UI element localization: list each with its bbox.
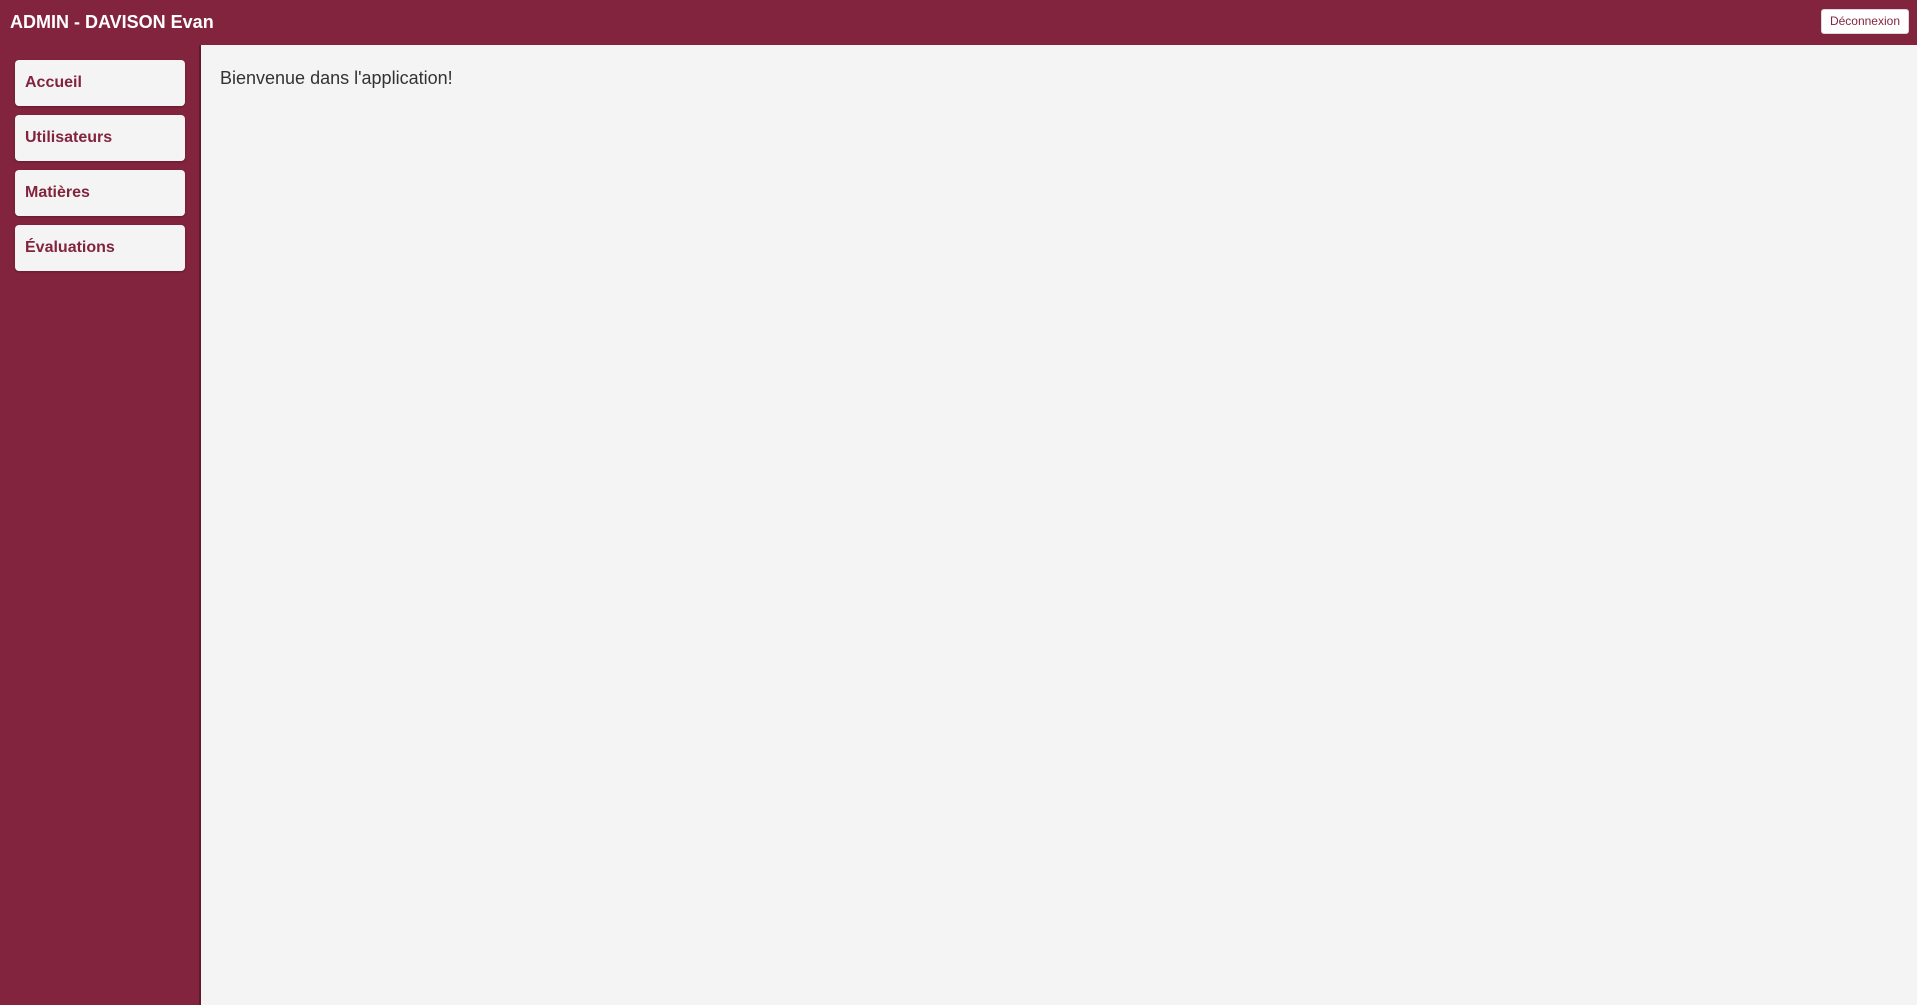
sidebar-item-evaluations[interactable]: Évaluations <box>15 225 185 271</box>
sidebar: Accueil Utilisateurs Matières Évaluation… <box>0 45 199 1005</box>
app-window: ADMIN - DAVISON Evan Déconnexion Accueil… <box>0 0 1917 1005</box>
logout-button[interactable]: Déconnexion <box>1820 9 1909 34</box>
sidebar-item-matieres[interactable]: Matières <box>15 170 185 216</box>
main-content: Bienvenue dans l'application! <box>199 45 1917 1005</box>
user-role-title: ADMIN - DAVISON Evan <box>10 12 214 32</box>
welcome-message: Bienvenue dans l'application! <box>220 68 453 88</box>
sidebar-item-utilisateurs[interactable]: Utilisateurs <box>15 115 185 161</box>
sidebar-item-accueil[interactable]: Accueil <box>15 60 185 106</box>
top-bar: ADMIN - DAVISON Evan Déconnexion <box>0 0 1917 45</box>
